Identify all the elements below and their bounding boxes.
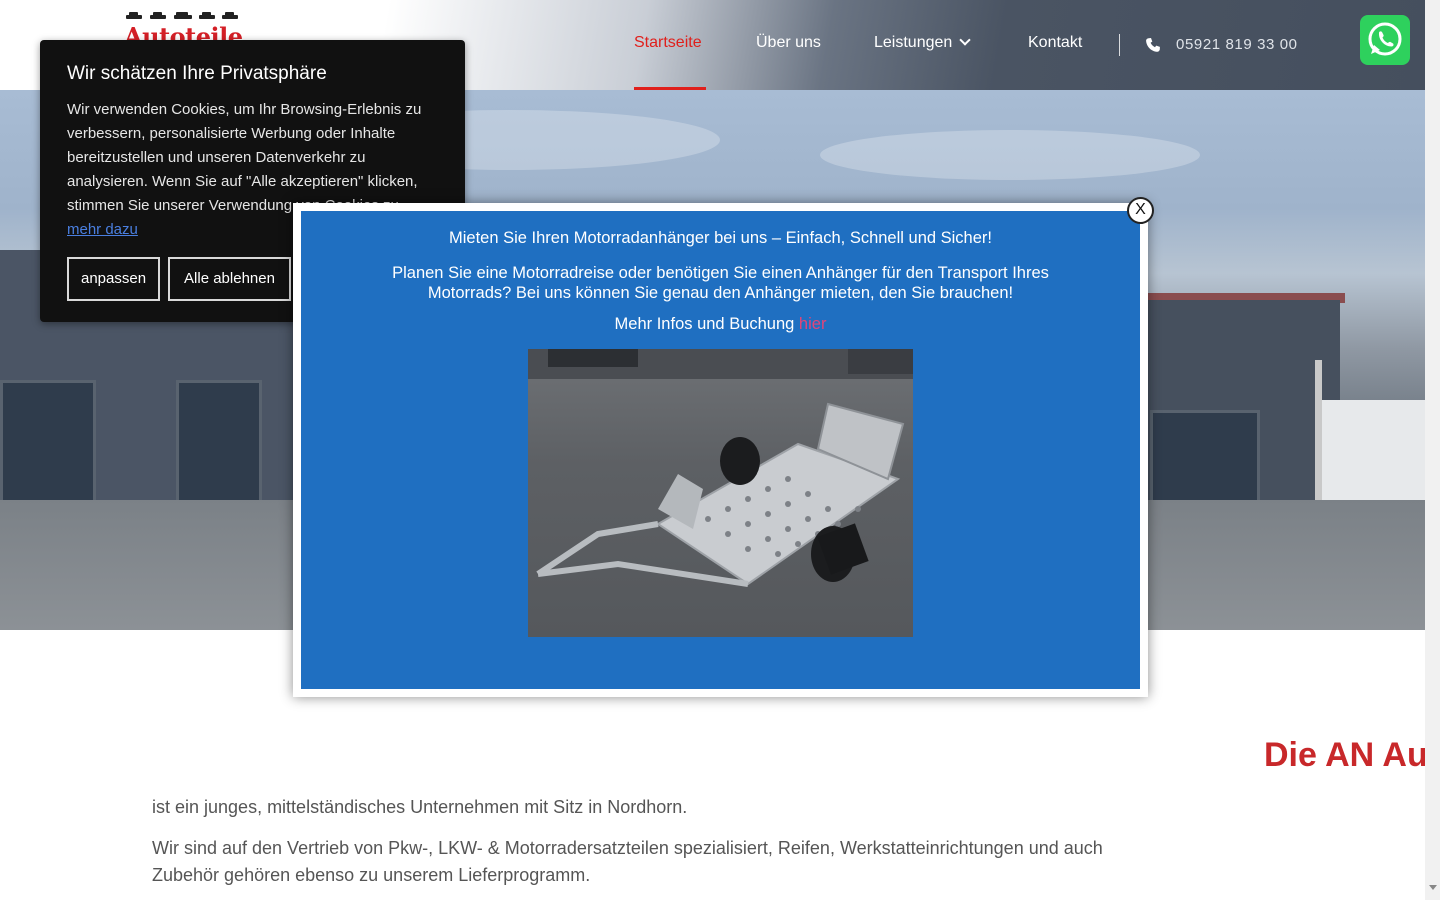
popup-more-info: Mehr Infos und Buchung hier	[301, 315, 1140, 334]
whatsapp-button[interactable]	[1360, 15, 1410, 65]
nav-leistungen[interactable]: Leistungen	[874, 34, 971, 52]
phone-number-link[interactable]: 05921 819 33 00	[1176, 36, 1298, 53]
scroll-down-arrow-icon[interactable]	[1429, 885, 1437, 890]
nav-kontakt[interactable]: Kontakt	[1028, 34, 1082, 52]
cookie-more-link[interactable]: mehr dazu	[67, 221, 138, 238]
service-paragraph-line2: Zubehör gehören ebenso zu unserem Liefer…	[152, 865, 591, 885]
whatsapp-icon	[1368, 22, 1402, 56]
trailer-photo	[528, 349, 913, 637]
nav-ueber-uns[interactable]: Über uns	[756, 34, 821, 52]
nav-startseite[interactable]: Startseite	[634, 34, 702, 52]
rental-popup-content: Mieten Sie Ihren Motorradanhänger bei un…	[301, 211, 1140, 689]
popup-body: Planen Sie eine Motorradreise oder benöt…	[392, 264, 1049, 302]
cookie-customize-button[interactable]: anpassen	[67, 257, 160, 301]
popup-booking-link[interactable]: hier	[799, 315, 827, 333]
logo-cars-icon	[126, 12, 238, 19]
section-heading: Die AN Au	[1264, 736, 1428, 774]
trailer-illustration	[528, 349, 913, 587]
page-scrollbar[interactable]	[1425, 0, 1440, 900]
intro-paragraph: ist ein junges, mittelständisches Untern…	[152, 797, 688, 817]
popup-more-prefix: Mehr Infos und Buchung	[614, 315, 799, 333]
site-logo[interactable]: Autoteile	[124, 12, 243, 51]
popup-close-button[interactable]: X	[1127, 197, 1154, 224]
nav-leistungen-label: Leistungen	[874, 34, 953, 51]
cookie-reject-all-button[interactable]: Alle ablehnen	[168, 257, 291, 301]
nav-divider	[1119, 34, 1120, 56]
cookie-banner-title: Wir schätzen Ihre Privatsphäre	[67, 63, 327, 84]
chevron-down-icon	[959, 34, 971, 46]
cookie-banner-body: Wir verwenden Cookies, um Ihr Browsing-E…	[67, 101, 422, 214]
phone-icon	[1146, 38, 1160, 52]
popup-headline: Mieten Sie Ihren Motorradanhänger bei un…	[449, 229, 992, 247]
service-paragraph-line1: Wir sind auf den Vertrieb von Pkw-, LKW-…	[152, 838, 1103, 858]
rental-popup: Mieten Sie Ihren Motorradanhänger bei un…	[293, 203, 1148, 697]
